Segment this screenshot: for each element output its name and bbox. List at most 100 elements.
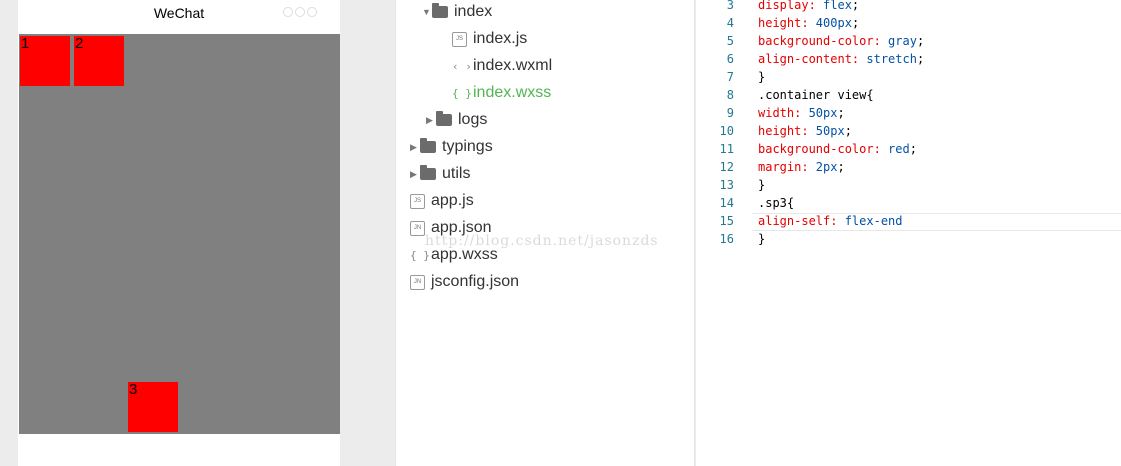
code-text: ; [837,106,845,120]
tree-item-label: index.wxss [473,84,552,101]
tree-item-logs[interactable]: ▶ logs [426,108,487,132]
line-number: 10 [719,124,734,138]
chevron-right-icon: ▶ [410,141,417,152]
line-number: 13 [719,178,734,192]
ide-window: WeChat 1 2 3 ▼ index JS index.js ‹ › ind… [0,0,1121,466]
code-text: ; [851,0,860,12]
dot-icon [295,7,305,17]
tree-item-index-wxml[interactable]: ‹ › index.wxml [452,54,552,78]
code-text: ; [851,16,860,30]
css-value: flex [815,0,852,12]
dot-icon [307,7,317,17]
code-line: display: flex; [758,0,859,12]
css-property: background-color: [758,142,881,156]
css-property: align-content: [758,52,860,66]
code-text: ; [837,160,845,174]
line-number: 16 [719,232,734,246]
tree-item-label: utils [442,165,471,182]
box-1: 1 [20,36,70,86]
code-line: align-content: stretch; [758,52,924,66]
css-value: flex-end [837,214,903,228]
css-value: red [880,142,910,156]
line-number: 9 [726,106,734,120]
tree-item-typings[interactable]: ▶ typings [410,135,493,159]
json-file-icon: JN [410,274,425,290]
tree-item-label: app.js [431,192,474,209]
code-text: ; [844,124,852,138]
braces-file-icon: { } [410,248,430,262]
tree-item-index-wxss[interactable]: { } index.wxss [452,81,551,105]
css-property: height: [758,16,809,30]
tree-item-label: logs [458,111,488,128]
tree-item-jsconfig-json[interactable]: JN jsconfig.json [410,270,519,294]
css-property: background-color: [758,34,881,48]
css-value: stretch [859,52,917,66]
line-number: 14 [719,196,734,210]
code-text: } [758,232,766,246]
chevron-right-icon: ▶ [410,168,417,179]
code-line: } [758,232,765,246]
line-number: 8 [726,88,734,102]
wechat-navbar: WeChat [18,0,340,34]
css-property: margin: [758,160,809,174]
code-editor[interactable]: 3 display: flex; 4 height: 400px; 5 backgroun… [696,0,1121,466]
tree-item-label: app.json [431,219,492,236]
css-value: gray [880,34,917,48]
folder-icon [420,165,436,180]
code-text: ; [916,34,925,48]
css-value: 2px [808,160,838,174]
code-line: height: 50px; [758,124,852,138]
line-number: 15 [719,214,734,228]
line-number: 11 [719,142,734,156]
braces-file-icon: { } [452,86,472,100]
code-text: ; [909,142,917,156]
chevron-right-icon: ▶ [426,114,433,125]
tree-item-utils[interactable]: ▶ utils [410,162,470,186]
flex-container: 1 2 3 [19,34,340,434]
phone-screen: WeChat 1 2 3 [18,0,340,466]
box-2: 2 [74,36,124,86]
line-number: 6 [726,52,734,66]
json-file-icon: JN [410,220,425,236]
code-text: } [758,70,766,84]
css-value: 400px [808,16,852,30]
tree-item-index-js[interactable]: JS index.js [452,27,527,51]
tree-item-label: typings [442,138,493,155]
line-number: 12 [719,160,734,174]
css-property: display: [758,0,816,12]
code-line: height: 400px; [758,16,859,30]
css-property: width: [758,106,802,120]
code-line: width: 50px; [758,106,845,120]
tree-item-app-js[interactable]: JS app.js [410,189,474,213]
tree-item-label: jsconfig.json [431,273,520,290]
chevron-down-icon: ▼ [422,7,431,17]
tree-item-label: app.wxss [431,246,498,263]
css-value: 50px [808,124,845,138]
code-line: margin: 2px; [758,160,845,174]
tree-item-app-wxss[interactable]: { } app.wxss [410,243,498,267]
code-text: } [758,178,766,192]
css-value: 50px [801,106,838,120]
capsule-menu-button[interactable] [283,7,321,19]
js-file-icon: JS [452,31,467,47]
tree-item-label: index.js [473,30,528,47]
code-text: ; [916,52,925,66]
js-file-icon: JS [410,193,425,209]
code-line: align-self: flex-end [758,214,903,228]
code-line: background-color: gray; [758,34,924,48]
code-text: .container view{ [758,88,874,102]
tree-item-label: index [454,3,493,20]
code-line: } [758,178,765,192]
line-number: 7 [726,70,734,84]
simulator-panel: WeChat 1 2 3 [0,0,358,466]
dot-icon [283,7,293,17]
code-line: .sp3{ [758,196,794,210]
code-line: } [758,70,765,84]
tree-item-index[interactable]: ▼ index [422,0,492,24]
tree-item-app-json[interactable]: JN app.json [410,216,492,240]
code-line: .container view{ [758,88,874,102]
box-3: 3 [128,382,178,432]
folder-icon [420,138,436,153]
code-file-icon: ‹ › [452,59,472,73]
folder-icon [436,111,452,126]
